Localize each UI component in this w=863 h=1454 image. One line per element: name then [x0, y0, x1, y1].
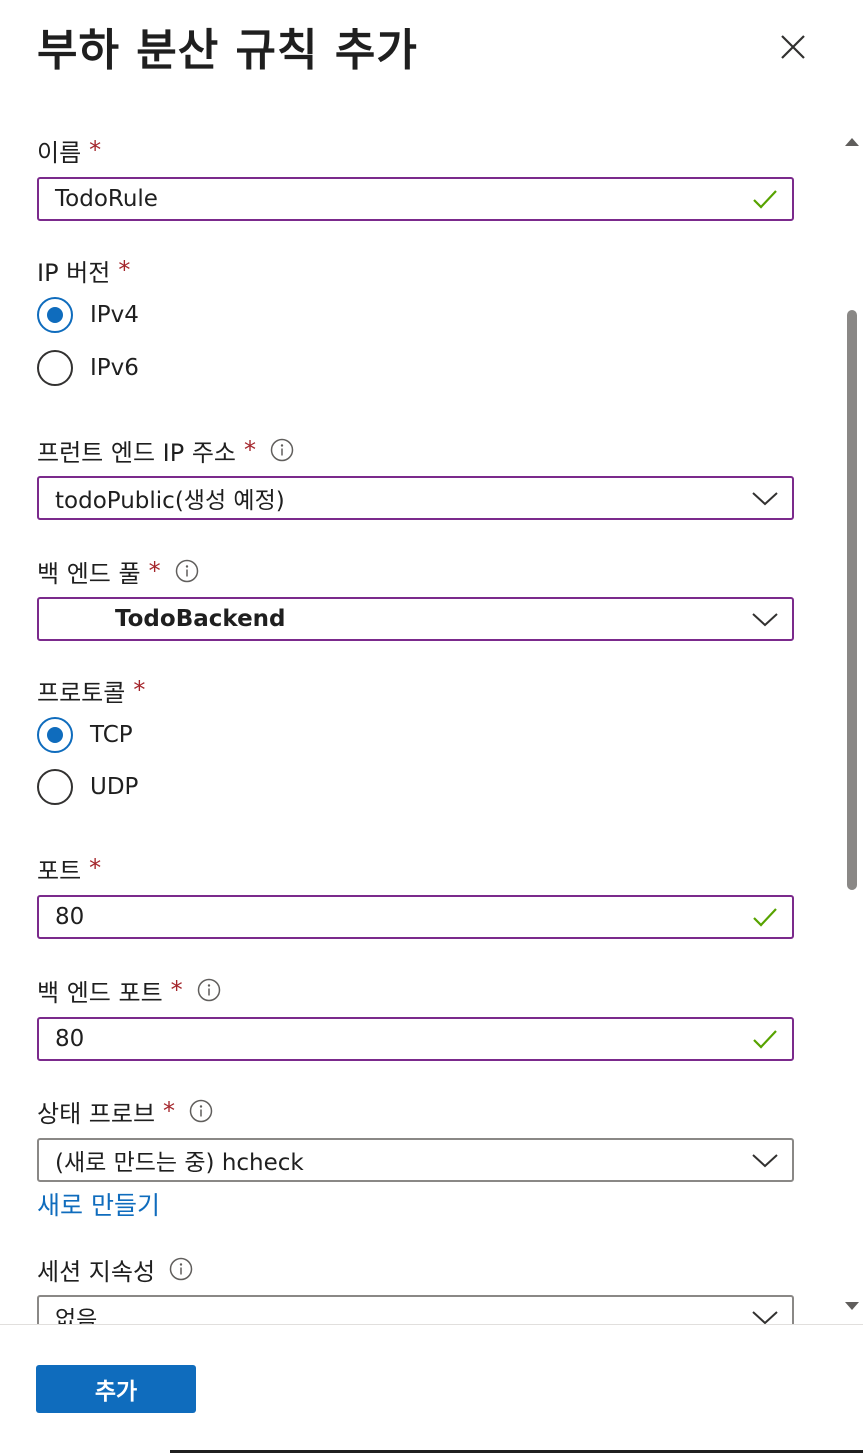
radio-button-checked[interactable] — [37, 717, 73, 753]
backend-port-label-text: 백 엔드 포트 — [37, 978, 163, 1007]
required-marker: * — [244, 436, 256, 464]
chevron-down-icon — [750, 483, 780, 513]
panel-footer: 추가 — [0, 1324, 863, 1454]
health-probe-select[interactable]: (새로 만드는 중) hcheck — [37, 1138, 794, 1182]
scroll-down-arrow-icon[interactable] — [843, 1298, 861, 1314]
backend-port-label: 백 엔드 포트 * — [37, 974, 221, 1007]
required-marker: * — [133, 676, 146, 704]
checkmark-icon — [750, 902, 780, 932]
checkmark-icon — [750, 184, 780, 214]
chevron-down-icon — [750, 604, 780, 634]
session-persistence-value: 없음 — [55, 1307, 98, 1324]
backend-pool-value: TodoBackend — [115, 606, 286, 632]
add-button[interactable]: 추가 — [36, 1365, 196, 1413]
panel-title: 부하 분산 규칙 추가 — [37, 25, 418, 76]
session-persistence-clip: 없음 — [0, 1290, 843, 1324]
protocol-label-text: 프로토콜 — [37, 678, 126, 707]
info-icon[interactable] — [270, 438, 294, 462]
port-label: 포트 * — [37, 852, 102, 885]
backend-pool-label-text: 백 엔드 풀 — [37, 559, 141, 588]
chevron-down-icon — [750, 1302, 780, 1324]
ip-version-label-text: IP 버전 — [37, 258, 111, 287]
info-icon[interactable] — [189, 1099, 213, 1123]
backend-port-value: 80 — [55, 1026, 85, 1052]
session-persistence-select[interactable]: 없음 — [37, 1295, 794, 1324]
scrollbar-thumb[interactable] — [847, 310, 857, 890]
frontend-ip-value: todoPublic(생성 예정) — [55, 488, 285, 514]
required-marker: * — [148, 557, 161, 585]
required-marker: * — [170, 976, 183, 1004]
radio-button[interactable] — [37, 350, 73, 386]
info-icon[interactable] — [175, 559, 199, 583]
health-probe-value: (새로 만드는 중) hcheck — [55, 1150, 304, 1176]
ip-version-label: IP 버전 * — [37, 254, 131, 287]
radio-ipv6[interactable]: IPv6 — [37, 350, 139, 386]
radio-label: IPv4 — [90, 302, 139, 328]
info-icon[interactable] — [197, 978, 221, 1002]
backend-pool-label: 백 엔드 풀 * — [37, 555, 199, 588]
session-persistence-label: 세션 지속성 — [37, 1253, 193, 1286]
name-label: 이름 * — [37, 134, 102, 167]
backend-port-input[interactable]: 80 — [37, 1017, 794, 1061]
scroll-up-arrow-icon[interactable] — [843, 134, 861, 150]
health-probe-label: 상태 프로브 * — [37, 1095, 213, 1128]
radio-label: UDP — [90, 774, 139, 800]
radio-label: IPv6 — [90, 355, 139, 381]
name-input[interactable]: TodoRule — [37, 177, 794, 221]
radio-ipv4[interactable]: IPv4 — [37, 297, 139, 333]
required-marker: * — [163, 1097, 176, 1125]
port-input[interactable]: 80 — [37, 895, 794, 939]
radio-label: TCP — [90, 722, 133, 748]
close-button[interactable] — [776, 30, 810, 64]
name-label-text: 이름 — [37, 138, 82, 167]
close-icon — [781, 35, 805, 59]
checkmark-icon — [750, 1024, 780, 1054]
scrollbar[interactable] — [843, 134, 861, 1314]
required-marker: * — [89, 854, 102, 882]
radio-button[interactable] — [37, 769, 73, 805]
required-marker: * — [89, 136, 102, 164]
backend-pool-select[interactable]: TodoBackend — [37, 597, 794, 641]
port-value: 80 — [55, 904, 85, 930]
info-icon[interactable] — [169, 1257, 193, 1281]
protocol-label: 프로토콜 * — [37, 674, 146, 707]
session-persistence-label-text: 세션 지속성 — [37, 1257, 156, 1286]
health-probe-label-text: 상태 프로브 — [37, 1099, 156, 1128]
radio-udp[interactable]: UDP — [37, 769, 138, 805]
frontend-ip-label-text: 프런트 엔드 IP 주소 — [37, 438, 236, 467]
required-marker: * — [118, 256, 131, 284]
name-value: TodoRule — [55, 186, 158, 212]
radio-tcp[interactable]: TCP — [37, 717, 133, 753]
frontend-ip-select[interactable]: todoPublic(생성 예정) — [37, 476, 794, 520]
create-new-link[interactable]: 새로 만들기 — [37, 1186, 160, 1222]
frontend-ip-label: 프런트 엔드 IP 주소 * — [37, 434, 294, 467]
chevron-down-icon — [750, 1145, 780, 1175]
port-label-text: 포트 — [37, 856, 82, 885]
radio-button-checked[interactable] — [37, 297, 73, 333]
